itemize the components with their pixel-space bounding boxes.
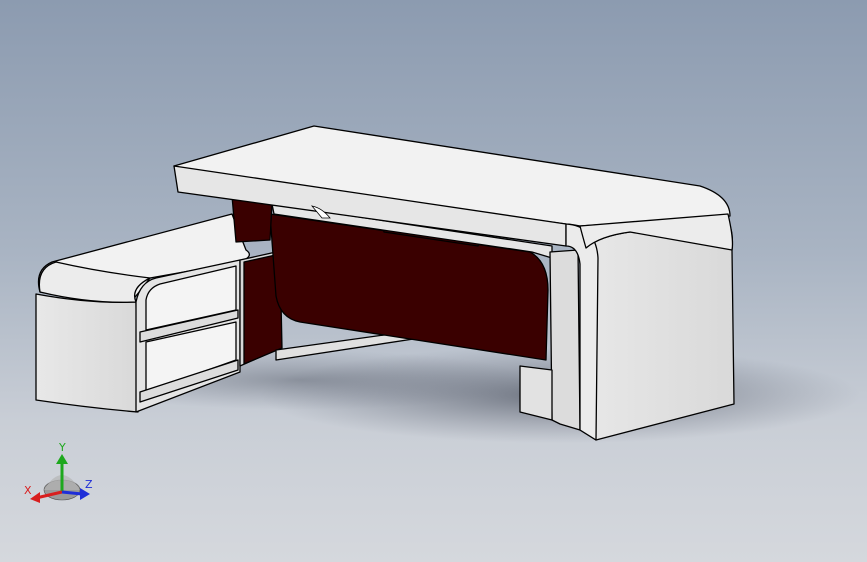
return-end-panel <box>35 293 139 413</box>
right-pedestal-inner <box>549 249 581 431</box>
orientation-triad[interactable]: Y X Z <box>22 440 102 510</box>
y-axis-label: Y <box>58 441 66 454</box>
desk-3d-model[interactable] <box>0 0 867 562</box>
right-pedestal-base <box>519 365 553 421</box>
x-axis-label: X <box>24 484 32 497</box>
graphics-viewport[interactable]: Y X Z <box>0 0 867 562</box>
z-axis-label: Z <box>85 478 93 491</box>
z-axis-icon <box>61 490 83 496</box>
right-pedestal-panel <box>579 219 735 441</box>
y-axis-arrowhead <box>56 454 68 464</box>
